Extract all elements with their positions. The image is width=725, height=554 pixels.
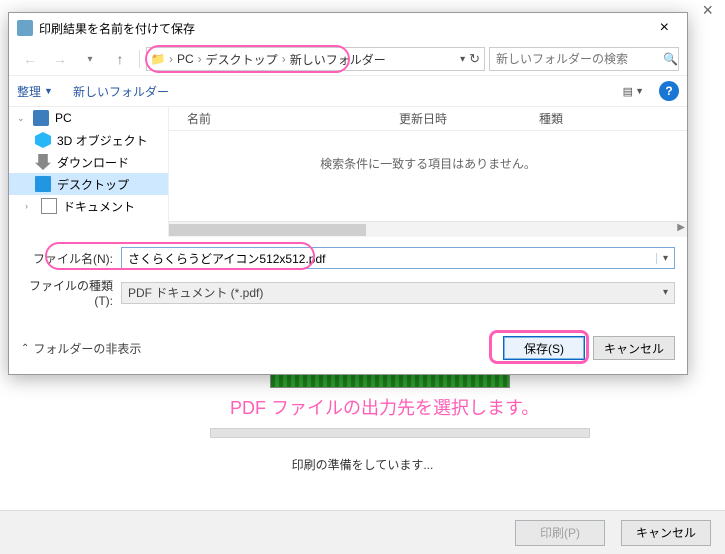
help-icon[interactable]: ?: [659, 81, 679, 101]
dialog-body: ⌄ PC 3D オブジェクト ダウンロード デスクトップ › ドキュメント: [9, 107, 687, 237]
file-list[interactable]: 名前 更新日時 種類 検索条件に一致する項目はありません。 ▶: [169, 107, 687, 237]
parent-footer: 印刷(P) キャンセル: [0, 510, 725, 554]
view-button[interactable]: ▤ ▼: [616, 81, 651, 102]
close-icon[interactable]: ×: [650, 19, 679, 37]
chevron-down-icon: ▼: [44, 86, 53, 96]
chevron-down-icon[interactable]: ▾: [656, 253, 674, 264]
folder-icon: 📁: [147, 52, 169, 66]
horizontal-scrollbar[interactable]: ▶: [169, 221, 687, 237]
filetype-label: ファイルの種類(T):: [21, 277, 121, 308]
search-input[interactable]: 🔍: [489, 47, 679, 71]
tree-label: デスクトップ: [57, 176, 129, 193]
col-type[interactable]: 種類: [539, 110, 619, 127]
up-icon[interactable]: ↑: [107, 46, 133, 72]
filename-field[interactable]: [122, 248, 656, 268]
col-date[interactable]: 更新日時: [399, 110, 539, 127]
new-folder-button[interactable]: 新しいフォルダー: [73, 83, 169, 100]
folder-tree[interactable]: ⌄ PC 3D オブジェクト ダウンロード デスクトップ › ドキュメント: [9, 107, 169, 237]
filename-input[interactable]: ▾: [121, 247, 675, 269]
filetype-value: PDF ドキュメント (*.pdf): [128, 284, 263, 301]
chevron-right-icon[interactable]: ›: [25, 201, 35, 211]
crumb-desktop[interactable]: デスクトップ: [202, 51, 282, 68]
tree-label: PC: [55, 111, 72, 125]
chevron-down-icon: ▼: [635, 86, 644, 96]
annotation-caption: PDF ファイルの出力先を選択します。: [230, 394, 539, 420]
titlebar: 印刷結果を名前を付けて保存 ×: [9, 13, 687, 43]
refresh-icon[interactable]: ↻: [469, 51, 480, 67]
dialog-title: 印刷結果を名前を付けて保存: [39, 20, 650, 37]
dialog-footer: フォルダーの非表示 保存(S) キャンセル: [9, 326, 687, 374]
view-icon: ▤: [623, 85, 631, 98]
status-text: 印刷の準備をしています...: [0, 456, 725, 473]
scroll-right-icon[interactable]: ▶: [677, 222, 685, 233]
tree-desktop[interactable]: デスクトップ: [9, 173, 168, 195]
crumb-pc[interactable]: PC: [173, 52, 198, 66]
footer-cancel-button[interactable]: キャンセル: [621, 520, 711, 546]
download-icon: [35, 154, 51, 170]
recent-chevron-icon[interactable]: ▾: [77, 46, 103, 72]
cancel-button[interactable]: キャンセル: [593, 336, 675, 360]
tree-documents[interactable]: › ドキュメント: [9, 195, 168, 217]
breadcrumb[interactable]: 📁 › PC › デスクトップ › 新しいフォルダー ▾ ↻: [146, 47, 485, 71]
organize-button[interactable]: 整理 ▼: [17, 83, 53, 100]
tree-label: ダウンロード: [57, 154, 129, 171]
save-as-dialog: 印刷結果を名前を付けて保存 × ← → ▾ ↑ 📁 › PC › デスクトップ …: [8, 12, 688, 375]
chevron-down-icon[interactable]: ⌄: [17, 113, 27, 124]
hide-folders-button[interactable]: フォルダーの非表示: [21, 340, 141, 357]
chevron-down-icon[interactable]: ▾: [460, 54, 465, 65]
background-close-icon[interactable]: ×: [702, 0, 713, 21]
search-icon[interactable]: 🔍: [657, 52, 684, 66]
filename-label: ファイル名(N):: [21, 250, 121, 267]
filetype-select[interactable]: PDF ドキュメント (*.pdf) ▾: [121, 282, 675, 304]
desktop-icon: [35, 176, 51, 192]
tree-label: ドキュメント: [63, 198, 135, 215]
empty-message: 検索条件に一致する項目はありません。: [169, 131, 687, 196]
cube-icon: [35, 132, 51, 148]
print-button: 印刷(P): [515, 520, 605, 546]
list-header[interactable]: 名前 更新日時 種類: [169, 107, 687, 131]
nav-row: ← → ▾ ↑ 📁 › PC › デスクトップ › 新しいフォルダー ▾ ↻ 🔍: [9, 43, 687, 75]
tree-downloads[interactable]: ダウンロード: [9, 151, 168, 173]
pc-icon: [33, 110, 49, 126]
fields: ファイル名(N): ▾ ファイルの種類(T): PDF ドキュメント (*.pd…: [9, 237, 687, 326]
search-field[interactable]: [490, 52, 657, 66]
toolbar: 整理 ▼ 新しいフォルダー ▤ ▼ ?: [9, 75, 687, 107]
scroll-thumb[interactable]: [169, 224, 366, 236]
app-icon: [17, 20, 33, 36]
tree-label: 3D オブジェクト: [57, 132, 148, 149]
forward-icon[interactable]: →: [47, 46, 73, 72]
col-name[interactable]: 名前: [169, 110, 399, 127]
crumb-newfolder[interactable]: 新しいフォルダー: [286, 51, 390, 68]
back-icon[interactable]: ←: [17, 46, 43, 72]
organize-label: 整理: [17, 83, 41, 100]
breadcrumb-actions: ▾ ↻: [456, 51, 484, 67]
tree-pc[interactable]: ⌄ PC: [9, 107, 168, 129]
tree-3d[interactable]: 3D オブジェクト: [9, 129, 168, 151]
separator: [139, 50, 140, 68]
document-icon: [41, 198, 57, 214]
chevron-down-icon[interactable]: ▾: [663, 287, 668, 298]
save-button[interactable]: 保存(S): [503, 336, 585, 360]
progress-bar: [210, 428, 590, 438]
